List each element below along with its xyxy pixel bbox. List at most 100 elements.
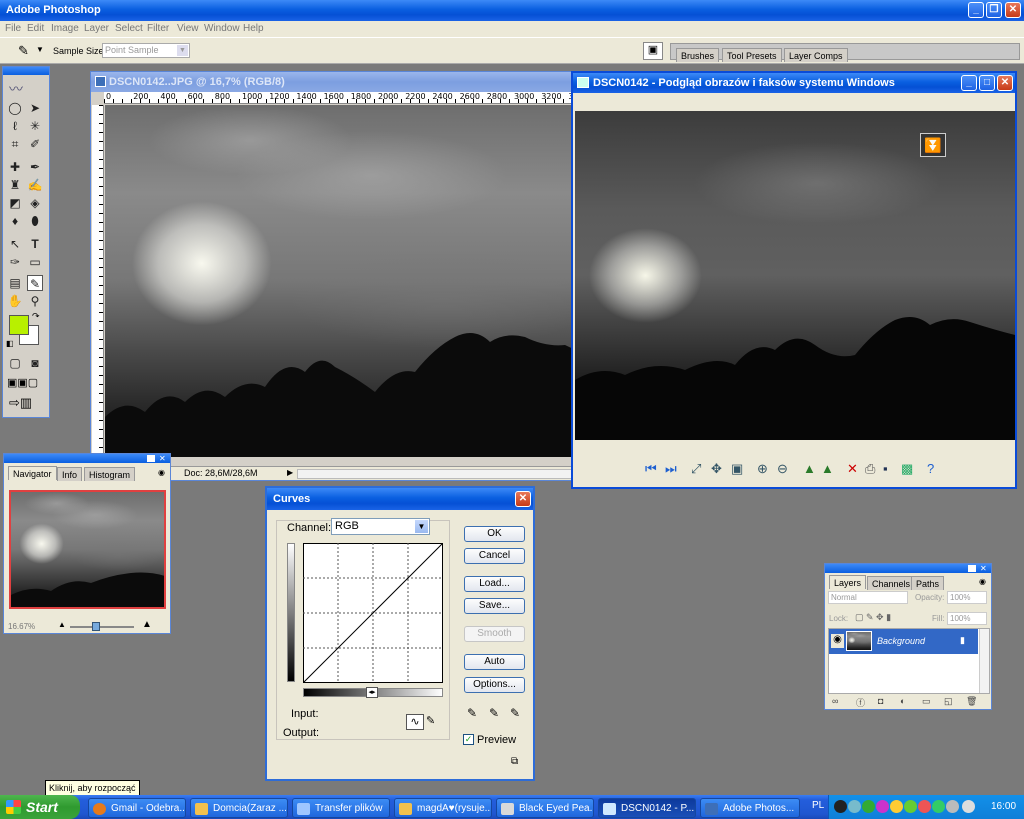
curves-title-bar[interactable]: Curves	[267, 488, 533, 510]
curves-close-button[interactable]: ✕	[515, 491, 531, 507]
blend-mode-select[interactable]: Normal	[828, 591, 908, 604]
load-button[interactable]: Load...	[464, 576, 525, 592]
swap-colors-icon[interactable]: ↷	[32, 311, 40, 322]
restore-button[interactable]: ❐	[986, 2, 1002, 18]
layer-name[interactable]: Background	[877, 636, 925, 646]
gradient-toggle-icon[interactable]: ◂▸	[366, 687, 378, 698]
tab-navigator[interactable]: Navigator	[8, 466, 57, 480]
screen-mode-icons[interactable]: ▣▣▢	[7, 376, 38, 389]
zoom-out-small-icon[interactable]: ▲	[58, 620, 66, 629]
channel-select[interactable]: RGB ▼	[331, 518, 430, 535]
white-eyedropper-icon[interactable]: ✎	[510, 706, 520, 720]
fill-field[interactable]: 100%	[947, 612, 987, 625]
eyedropper-icon[interactable]: ✎	[18, 43, 29, 59]
edit-icon[interactable]: ▩	[901, 461, 913, 477]
layer-mask-icon[interactable]: ◘	[878, 696, 883, 706]
status-menu-arrow-icon[interactable]: ▶	[287, 468, 293, 477]
lasso-icon[interactable]: ℓ	[7, 118, 23, 134]
zoom-icon[interactable]: ⚲	[27, 293, 43, 309]
layers-close-button[interactable]: ✕	[980, 564, 987, 573]
previous-image-icon[interactable]: ⏮	[645, 461, 657, 477]
navigator-thumbnail[interactable]	[9, 490, 166, 609]
taskbar-button-gmail[interactable]: Gmail - Odebra...	[88, 798, 186, 818]
visibility-eye-icon[interactable]: ◉	[831, 634, 844, 648]
tab-paths[interactable]: Paths	[911, 576, 945, 590]
standard-mode-icon[interactable]: ▢	[7, 355, 23, 371]
slideshow-icon[interactable]: ▣	[731, 461, 743, 477]
menu-image[interactable]: Image	[51, 23, 79, 34]
magic-wand-icon[interactable]: ✳	[27, 118, 43, 134]
healing-brush-icon[interactable]: ✚	[7, 159, 23, 175]
hand-icon[interactable]: ✋	[7, 293, 23, 309]
shape-icon[interactable]: ▭	[27, 254, 43, 270]
rotate-clockwise-icon[interactable]: ▲	[803, 461, 816, 476]
pen-icon[interactable]: ✑	[7, 254, 23, 270]
slice-icon[interactable]: ✐	[27, 136, 43, 152]
link-layers-icon[interactable]: ∞	[832, 696, 838, 706]
tool-preset-arrow-icon[interactable]: ▼	[36, 45, 44, 54]
path-select-icon[interactable]: ↖	[7, 236, 23, 252]
feather-logo-icon[interactable]: 〰	[9, 79, 45, 97]
clock[interactable]: 16:00	[991, 801, 1016, 812]
tab-info[interactable]: Info	[57, 467, 83, 481]
layers-scrollbar[interactable]	[979, 629, 989, 693]
print-icon[interactable]: ⎙	[865, 461, 875, 477]
palette-well-icon[interactable]: ▣	[643, 42, 663, 60]
smooth-button[interactable]: Smooth	[464, 626, 525, 642]
new-group-icon[interactable]: ▭	[922, 696, 931, 707]
jump-to-imageready-icon[interactable]: ⇨▥	[9, 395, 32, 411]
menu-file[interactable]: File	[5, 23, 21, 34]
curve-tool-icon[interactable]: ∿	[406, 714, 424, 730]
taskbar-button-transfer[interactable]: Transfer plików	[292, 798, 390, 818]
save-icon[interactable]: ▪	[883, 461, 888, 476]
tray-icon-7[interactable]	[918, 800, 931, 813]
menu-window[interactable]: Window	[204, 23, 240, 34]
tray-icon-2[interactable]	[848, 800, 861, 813]
viewer-title-bar[interactable]: DSCN0142 - Podgląd obrazów i faksów syst…	[573, 73, 1015, 93]
auto-button[interactable]: Auto	[464, 654, 525, 670]
document-title-bar[interactable]: DSCN0142..JPG @ 16,7% (RGB/8)	[91, 72, 589, 92]
toolbox-title-bar[interactable]	[3, 67, 49, 75]
start-button[interactable]: Start	[0, 795, 80, 819]
layers-menu-icon[interactable]: ◉	[979, 577, 986, 586]
eyedropper-tool-icon[interactable]: ✎	[27, 275, 43, 291]
curves-graph[interactable]	[303, 543, 443, 683]
brush-icon[interactable]: ✒	[27, 159, 43, 175]
menu-layer[interactable]: Layer	[84, 23, 109, 34]
eraser-icon[interactable]: ◩	[7, 195, 23, 211]
foreground-color-swatch[interactable]	[9, 315, 29, 335]
menu-edit[interactable]: Edit	[27, 23, 44, 34]
viewer-maximize-button[interactable]: □	[979, 75, 995, 91]
move-icon[interactable]: ➤	[27, 100, 43, 116]
cancel-button[interactable]: Cancel	[464, 548, 525, 564]
viewer-minimize-button[interactable]: _	[961, 75, 977, 91]
layers-title-bar[interactable]	[825, 564, 991, 573]
menu-select[interactable]: Select	[115, 23, 143, 34]
menu-filter[interactable]: Filter	[147, 23, 169, 34]
history-brush-icon[interactable]: ✍	[27, 177, 43, 193]
tab-histogram[interactable]: Histogram	[84, 467, 136, 481]
tab-layers[interactable]: Layers	[829, 575, 867, 589]
tray-icon-3[interactable]	[862, 800, 875, 813]
horizontal-scrollbar[interactable]	[297, 469, 587, 479]
trash-icon[interactable]: 🗑	[966, 696, 977, 707]
black-eyedropper-icon[interactable]: ✎	[467, 706, 477, 720]
navigator-title-bar[interactable]	[4, 454, 170, 463]
navigator-slider-thumb[interactable]	[92, 622, 100, 631]
help-icon[interactable]: ?	[927, 461, 934, 476]
dodge-icon[interactable]: ⬮	[27, 213, 43, 229]
tab-layer-comps[interactable]: Layer Comps	[784, 48, 848, 62]
viewer-close-button[interactable]: ✕	[997, 75, 1013, 91]
taskbar-button-domcia[interactable]: Domcia(Zaraz ...	[190, 798, 288, 818]
zoom-out-icon[interactable]: ⊖	[777, 461, 788, 477]
layer-row-background[interactable]: ◉ Background ▮	[829, 629, 978, 654]
delete-icon[interactable]: ✕	[847, 461, 858, 477]
pencil-tool-icon[interactable]: ✎	[426, 714, 435, 727]
tray-icon-5[interactable]	[890, 800, 903, 813]
layers-minimize-button[interactable]	[968, 565, 976, 572]
resize-grip-icon[interactable]: ⧉	[511, 756, 518, 767]
notes-icon[interactable]: ▤	[7, 275, 23, 291]
app-title-bar[interactable]: Adobe Photoshop	[0, 0, 1024, 21]
tray-icon-6[interactable]	[904, 800, 917, 813]
navigator-zoom-value[interactable]: 16.67%	[8, 622, 35, 631]
